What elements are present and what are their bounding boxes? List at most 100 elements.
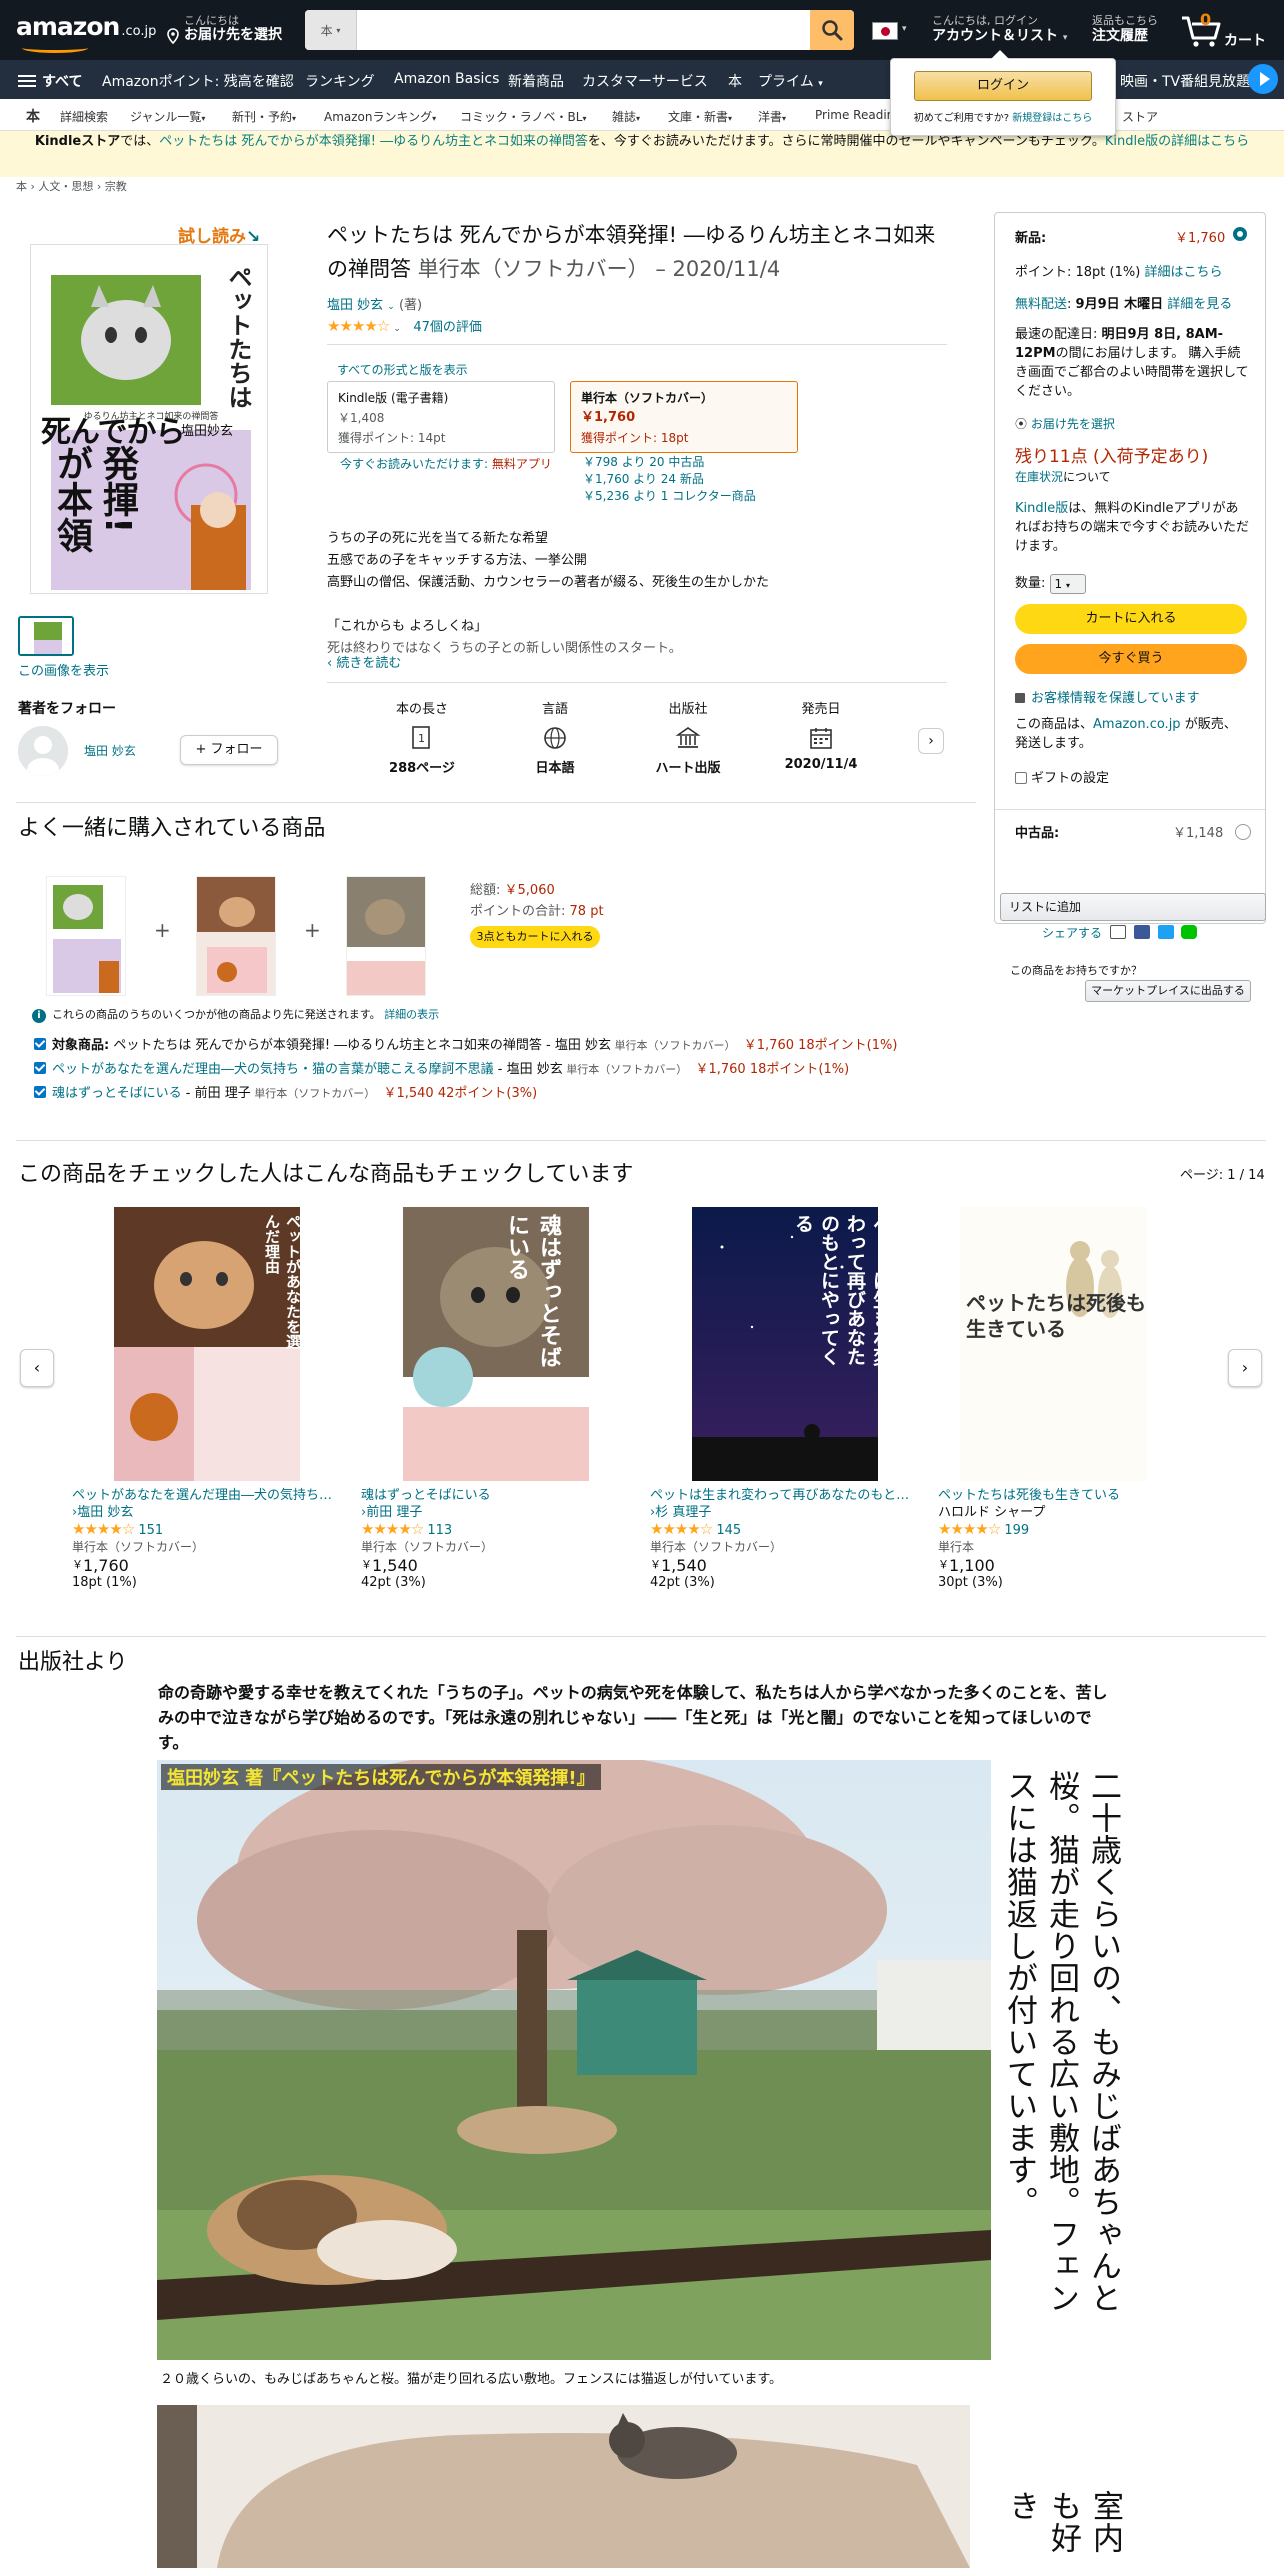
quantity-select[interactable]: 1 ▾ (1049, 573, 1086, 594)
rating-count-link[interactable]: 47個の評価 (413, 320, 482, 335)
carousel-item-author[interactable]: ›塩田 妙玄 (72, 1504, 342, 1521)
subnav-advanced-search[interactable]: 詳細検索 (60, 108, 108, 125)
fbt-checkbox[interactable] (34, 1062, 46, 1074)
nav-item-new[interactable]: 新着商品 (508, 71, 564, 91)
subnav-foreign[interactable]: 洋書▾ (758, 108, 786, 125)
subnav-prime-reading[interactable]: Prime Readin (815, 108, 894, 122)
stock-info-link[interactable]: 在庫状況 (1015, 470, 1063, 484)
banner-kindle-details-link[interactable]: Kindle版の詳細はこちら (1105, 134, 1249, 149)
nav-item-customer-service[interactable]: カスタマーサービス (582, 71, 708, 91)
subnav-new-release[interactable]: 新刊・予約▾ (232, 108, 296, 125)
kindle-version-link[interactable]: Kindle版 (1015, 501, 1068, 516)
carousel-prev-button[interactable]: ‹ (20, 1349, 54, 1387)
nav-item-basics[interactable]: Amazon Basics (394, 71, 499, 87)
subnav-genres[interactable]: ジャンル一覧▾ (130, 108, 205, 125)
fbt-item-image[interactable] (196, 876, 276, 996)
line-icon[interactable] (1181, 925, 1198, 939)
nav-item-ranking[interactable]: ランキング (305, 71, 375, 91)
deliver-to[interactable]: こんにちは お届け先を選択 (166, 14, 296, 44)
fbt-item-link[interactable]: ペットがあなたを選んだ理由―犬の気持ち・猫の言葉が聴こえる摩訶不思議 (52, 1062, 494, 1077)
rating-stars-icon[interactable]: ★★★★☆ (650, 1520, 713, 1538)
rating-stars-icon[interactable]: ★★★★☆ (327, 317, 390, 335)
fbt-item-image[interactable] (46, 876, 126, 996)
bb-new-row[interactable]: 新品: ￥1,760 (1015, 227, 1249, 246)
fbt-item-image[interactable] (346, 876, 426, 996)
search-category-select[interactable]: 本 ▾ (305, 10, 357, 50)
points-details-link[interactable]: 詳細はこちら (1144, 265, 1222, 280)
search-input[interactable] (357, 10, 810, 50)
subnav-ranking[interactable]: Amazonランキング▾ (324, 108, 436, 125)
deliver-to-select[interactable]: ⦿ お届け先を選択 (1015, 415, 1249, 432)
carousel-item-title[interactable]: 魂はずっとそばにいる (361, 1487, 631, 1504)
buy-now-button[interactable]: 今すぐ買う (1015, 644, 1247, 674)
fbt-details-link[interactable]: 詳細の表示 (384, 1008, 439, 1021)
format-paperback[interactable]: 単行本（ソフトカバー） ￥1,760 獲得ポイント: 18pt (570, 381, 798, 453)
rating-stars-icon[interactable]: ★★★★☆ (72, 1520, 135, 1538)
rating-stars-icon[interactable]: ★★★★☆ (938, 1520, 1001, 1538)
facebook-icon[interactable] (1133, 925, 1150, 939)
register-link[interactable]: 新規登録はこちら (1012, 113, 1092, 124)
gift-checkbox[interactable] (1015, 772, 1027, 784)
author-link[interactable]: 塩田 妙玄 (327, 298, 383, 313)
nav-item-prime[interactable]: プライム ▾ (758, 71, 823, 91)
nav-item-prime-video[interactable]: 映画・TV番組見放題 (1120, 71, 1250, 91)
signin-button[interactable]: ログイン (914, 71, 1092, 101)
carousel-item-image[interactable] (960, 1207, 1146, 1481)
thumbnail-image[interactable] (18, 616, 74, 656)
subnav-bunko[interactable]: 文庫・新書▾ (668, 108, 732, 125)
follow-author-name[interactable]: 塩田 妙玄 (84, 742, 136, 759)
author-avatar[interactable] (18, 726, 68, 776)
nav-item-points[interactable]: Amazonポイント: 残高を確認 (102, 71, 294, 91)
orders-link[interactable]: 返品もこちら 注文履歴 (1092, 14, 1158, 45)
read-more-link[interactable]: ‹ 続きを読む (327, 652, 401, 671)
banner-book-link[interactable]: ペットたちは 死んでからが本領発揮! ―ゆるりん坊主とネコ如来の禅問答 (159, 134, 588, 149)
used-offer-row[interactable]: 中古品: ￥1,148 (995, 809, 1265, 853)
cart-button[interactable]: 0 カート (1180, 10, 1275, 50)
carousel-item-author[interactable]: ›前田 理子 (361, 1504, 631, 1521)
all-formats-link[interactable]: すべての形式と版を表示 (337, 361, 468, 378)
offer-collector[interactable]: ￥5,236 より 1 コレクター商品 (583, 488, 756, 505)
add-all-to-cart-button[interactable]: 3点ともカートに入れる (470, 926, 600, 948)
attributes-next-button[interactable]: › (918, 728, 944, 754)
shipping-details-link[interactable]: 詳細を見る (1167, 297, 1232, 312)
offer-used[interactable]: ￥798 より 20 中古品 (583, 454, 756, 471)
twitter-icon[interactable] (1157, 925, 1174, 939)
email-icon[interactable] (1109, 925, 1126, 939)
fbt-checkbox[interactable] (34, 1038, 46, 1050)
view-image-link[interactable]: この画像を表示 (18, 660, 109, 679)
new-radio-button[interactable] (1233, 227, 1247, 241)
subnav-magazines[interactable]: 雑誌▾ (612, 108, 640, 125)
offer-new[interactable]: ￥1,760 より 24 新品 (583, 471, 756, 488)
search-button[interactable] (810, 10, 854, 50)
fbt-item-link[interactable]: 魂はずっとそばにいる (52, 1086, 182, 1101)
breadcrumb[interactable]: 本 › 人文・思想 › 宗教 (16, 178, 127, 194)
amazon-logo[interactable]: amazon .co.jp (16, 12, 156, 53)
subnav-comics[interactable]: コミック・ラノベ・BL▾ (460, 108, 586, 125)
book-cover-image[interactable]: ペットたちは 死んでから が本領 発揮! ゆるりん坊主とネコ如来の禅問答 塩田妙… (30, 244, 268, 594)
nav-item-books[interactable]: 本 (728, 71, 742, 91)
carousel-item-author[interactable]: ›杉 真理子 (650, 1504, 920, 1521)
subnav-books[interactable]: 本 (26, 106, 40, 126)
carousel-item-title[interactable]: ペットがあなたを選んだ理由―犬の気持ち・猫の言葉が聴こえる摩訶不思議 (72, 1487, 342, 1504)
fbt-checkbox[interactable] (34, 1086, 46, 1098)
carousel-next-button[interactable]: › (1228, 1349, 1262, 1387)
seller-link[interactable]: Amazon.co.jp (1093, 717, 1181, 732)
subnav-store[interactable]: ストア (1122, 108, 1158, 125)
japan-flag-icon[interactable] (872, 22, 898, 40)
sell-on-marketplace-button[interactable]: マーケットプレイスに出品する (1085, 980, 1251, 1002)
follow-button[interactable]: + フォロー (180, 735, 278, 765)
gift-option[interactable]: ギフトの設定 (1015, 767, 1249, 786)
share-link[interactable]: シェアする (1042, 926, 1102, 940)
secure-transaction-link[interactable]: お客様情報を保護しています (1031, 691, 1200, 706)
play-icon[interactable] (1248, 64, 1278, 94)
add-to-cart-button[interactable]: カートに入れる (1015, 604, 1247, 634)
add-to-list-button[interactable]: リストに追加 (1000, 893, 1266, 921)
carousel-item-title[interactable]: ペットたちは死後も生きている (938, 1487, 1208, 1504)
account-menu[interactable]: こんにちは, ログイン アカウント＆リスト ▾ (932, 14, 1067, 45)
format-kindle[interactable]: Kindle版 (電子書籍) ￥1,408 獲得ポイント: 14pt (327, 381, 555, 453)
nav-all-menu[interactable]: すべて (18, 71, 82, 91)
used-radio-button[interactable] (1235, 824, 1251, 840)
kindle-free-app[interactable]: 今すぐお読みいただけます: 無料アプリ (340, 455, 552, 472)
rating-stars-icon[interactable]: ★★★★☆ (361, 1520, 424, 1538)
carousel-item-title[interactable]: ペットは生まれ変わって再びあなたのもとにやってくる (650, 1487, 920, 1504)
